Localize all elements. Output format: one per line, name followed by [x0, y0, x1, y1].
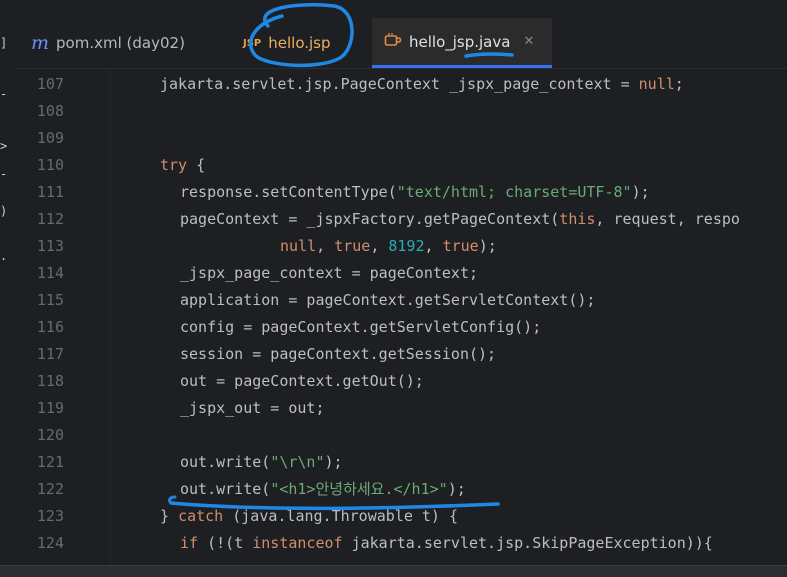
code-token: try	[160, 156, 188, 174]
tab-label: hello.jsp	[268, 34, 331, 52]
code-token: ,	[424, 237, 443, 255]
code-token: );	[324, 453, 343, 471]
code-token: , request, respo	[595, 210, 740, 228]
line-number: 118	[36, 372, 64, 390]
tool-window-strip: ] - > - ) .	[0, 0, 18, 576]
code-token: 8192	[388, 237, 425, 255]
java-file-icon	[384, 32, 402, 52]
code-token: session = pageContext.getSession();	[180, 345, 497, 363]
code-token: );	[447, 480, 466, 498]
code-token: pageContext = _jspxFactory.getPageContex…	[180, 210, 560, 228]
code-token: instanceof	[252, 534, 343, 552]
line-number: 117	[36, 345, 64, 363]
line-number: 113	[36, 237, 64, 255]
code-token: }	[160, 507, 179, 525]
code-token: "text/html; charset=UTF-8"	[396, 183, 632, 201]
code-line[interactable]: } catch (java.lang.Throwable t) {	[160, 503, 458, 530]
code-token: response.setContentType(	[180, 183, 397, 201]
code-line[interactable]: try {	[160, 152, 205, 179]
tab-label: hello_jsp.java	[409, 32, 511, 51]
line-number: 115	[36, 291, 64, 309]
code-token: catch	[178, 507, 224, 525]
code-line[interactable]: session = pageContext.getSession();	[180, 341, 496, 368]
code-line[interactable]: config = pageContext.getServletConfig();	[180, 314, 541, 341]
code-token: null	[280, 237, 317, 255]
code-token: this	[559, 210, 596, 228]
code-line[interactable]: _jspx_out = out;	[180, 395, 325, 422]
code-line[interactable]: null, true, 8192, true);	[280, 233, 497, 260]
line-number: 119	[36, 399, 64, 417]
code-token: ;	[674, 75, 684, 93]
code-token: config = pageContext.getServletConfig();	[180, 318, 542, 336]
line-number: 122	[36, 480, 64, 498]
line-number: 124	[36, 534, 64, 552]
line-number: 120	[36, 426, 64, 444]
code-line[interactable]: jakarta.servlet.jsp.PageContext _jspx_pa…	[160, 71, 684, 98]
maven-module-icon: m	[31, 32, 50, 54]
code-token: );	[478, 237, 497, 255]
code-line[interactable]: if (!(t instanceof jakarta.servlet.jsp.S…	[180, 530, 713, 557]
line-number: 116	[36, 318, 64, 336]
tab-label: pom.xml (day02)	[56, 34, 185, 52]
code-line[interactable]: pageContext = _jspxFactory.getPageContex…	[180, 206, 740, 233]
horizontal-scrollbar[interactable]	[0, 565, 787, 577]
code-token: "\r\n"	[270, 453, 325, 471]
line-number: 109	[36, 129, 64, 147]
code-token: _jspx_out = out;	[180, 399, 325, 417]
code-token: jakarta.servlet.jsp.SkipPageException)){	[342, 534, 713, 552]
jsp-file-icon: JSP	[243, 37, 262, 49]
code-token: ,	[316, 237, 335, 255]
code-token: application = pageContext.getServletCont…	[180, 291, 596, 309]
tool-window-icon[interactable]: )	[0, 205, 7, 217]
code-token: out = pageContext.getOut();	[180, 372, 424, 390]
line-number: 111	[36, 183, 64, 201]
line-number: 123	[36, 507, 64, 525]
code-line[interactable]: out = pageContext.getOut();	[180, 368, 424, 395]
line-number: 121	[36, 453, 64, 471]
code-line[interactable]: out.write("\r\n");	[180, 449, 343, 476]
code-token: null	[638, 75, 675, 93]
tool-window-icon[interactable]: .	[0, 250, 7, 262]
tool-window-icon[interactable]: ]	[0, 37, 7, 49]
line-number: 114	[36, 264, 64, 282]
code-editor[interactable]: 107 108 109 110 111 112 113 114 115 116 117 118 119 1…	[17, 69, 787, 565]
line-number-gutter: 107 108 109 110 111 112 113 114 115 116 117 118 119 1…	[17, 69, 111, 565]
code-token: jakarta.servlet.jsp.PageContext _jspx_pa…	[160, 75, 639, 93]
line-number: 107	[36, 75, 64, 93]
tool-window-icon[interactable]: >	[0, 140, 7, 152]
code-token: out.write(	[180, 480, 271, 498]
line-number: 108	[36, 102, 64, 120]
code-token: _jspx_page_context = pageContext;	[180, 264, 479, 282]
editor-tab-bar: m pom.xml (day02) JSP hello.jsp hello_js…	[17, 0, 787, 69]
tool-window-icon[interactable]: -	[0, 88, 7, 100]
tab-pom-xml[interactable]: m pom.xml (day02)	[19, 18, 197, 68]
code-token: if	[180, 534, 199, 552]
code-token: {	[187, 156, 206, 174]
code-token: true	[442, 237, 479, 255]
code-line[interactable]: out.write("<h1>안녕하세요.</h1>");	[180, 476, 466, 503]
code-line[interactable]: application = pageContext.getServletCont…	[180, 287, 595, 314]
line-number: 110	[36, 156, 64, 174]
code-token: true	[334, 237, 371, 255]
code-line[interactable]: response.setContentType("text/html; char…	[180, 179, 650, 206]
close-icon[interactable]: ✕	[523, 34, 534, 49]
code-token: (java.lang.Throwable t) {	[223, 507, 459, 525]
code-token: "<h1>안녕하세요.</h1>"	[270, 480, 448, 498]
tab-hello-jsp[interactable]: JSP hello.jsp	[231, 18, 343, 68]
code-token: ,	[370, 237, 389, 255]
code-token: out.write(	[180, 453, 271, 471]
line-number: 112	[36, 210, 64, 228]
code-token: (!(t	[198, 534, 253, 552]
tab-hello-jsp-java[interactable]: hello_jsp.java ✕	[372, 18, 552, 68]
code-line[interactable]: _jspx_page_context = pageContext;	[180, 260, 478, 287]
separator: -	[0, 167, 8, 181]
code-token: );	[631, 183, 650, 201]
